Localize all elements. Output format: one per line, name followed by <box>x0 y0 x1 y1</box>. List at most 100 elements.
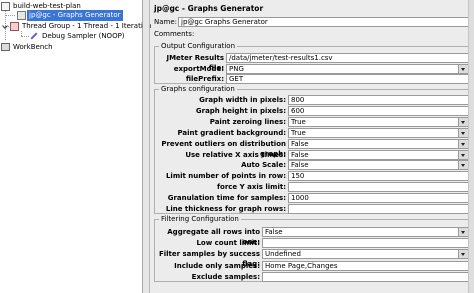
file-prefix-field[interactable]: GET <box>226 74 469 84</box>
panel-title: jp@gc - Graphs Generator <box>154 4 264 13</box>
config-label: Auto Scale: <box>241 161 286 170</box>
config-label: Granulation time for samples: <box>167 194 286 203</box>
panel-splitter[interactable] <box>143 0 150 293</box>
config-label: force Y axis limit: <box>216 183 286 192</box>
vertical-scrollbar[interactable] <box>468 0 474 293</box>
thread-group-icon <box>10 22 19 31</box>
config-row: Aggregate all rows into one: False <box>155 227 469 246</box>
expand-toggle-icon[interactable] <box>2 23 8 29</box>
config-field[interactable]: 800 <box>288 95 469 105</box>
config-value: 600 <box>291 106 305 115</box>
config-field[interactable] <box>288 182 469 193</box>
config-row: force Y axis limit: <box>155 182 469 193</box>
test-plan-tree[interactable]: build-web-test-plan jp@gc - Graphs Gener… <box>0 0 152 293</box>
workbench-icon <box>1 43 10 51</box>
name-row: Name: jp@gc Graphs Generator <box>154 17 470 27</box>
config-value: False <box>291 161 309 170</box>
config-dropdown[interactable]: False <box>288 149 469 160</box>
chevron-down-icon[interactable] <box>458 250 468 259</box>
tree-item-label: WorkBench <box>13 43 53 51</box>
config-row: Auto Scale: False <box>155 160 469 171</box>
config-row: Graph height in pixels: 600 <box>155 105 469 116</box>
config-field[interactable] <box>262 271 469 282</box>
results-file-row: JMeter Results file: /data/jmeter/test-r… <box>155 53 469 72</box>
config-row: Filter samples by success flag: Undefined <box>155 249 469 268</box>
config-row: Paint zeroing lines: True <box>155 116 469 127</box>
comments-field[interactable] <box>194 29 470 39</box>
graphs-generator-panel: jp@gc - Graphs Generator Name: jp@gc Gra… <box>150 0 474 293</box>
config-value: True <box>291 117 306 126</box>
config-row: Limit number of points in row: 150 <box>155 171 469 182</box>
config-row: Graph width in pixels: 800 <box>155 95 469 105</box>
name-label: Name: <box>154 18 178 26</box>
export-mode-dropdown[interactable]: PNG <box>226 64 469 74</box>
config-value: False <box>291 139 309 148</box>
config-value: 800 <box>291 96 305 104</box>
output-configuration-section: Output Configuration JMeter Results file… <box>154 42 470 84</box>
config-field[interactable]: 600 <box>288 105 469 116</box>
config-label: Graph height in pixels: <box>195 106 286 115</box>
config-row: Exclude samples: <box>155 271 469 282</box>
chevron-down-icon[interactable] <box>458 139 468 148</box>
chevron-down-icon[interactable] <box>458 128 468 137</box>
chevron-down-icon[interactable] <box>458 150 468 159</box>
export-mode-row: exportMode: PNG <box>155 64 469 74</box>
section-title: Filtering Configuration <box>159 215 241 224</box>
config-field[interactable]: 1000 <box>288 193 469 204</box>
config-value: 150 <box>291 172 305 181</box>
graphs-configuration-section: Graphs configuration Graph width in pixe… <box>154 85 470 214</box>
comments-row: Comments: <box>154 29 470 39</box>
config-label: Limit number of points in row: <box>165 172 286 181</box>
config-value: Undefined <box>265 250 301 259</box>
config-label: Paint zeroing lines: <box>209 117 286 126</box>
config-dropdown[interactable]: True <box>288 116 469 127</box>
listener-icon <box>17 11 26 20</box>
config-row: Use relative X axis times: False <box>155 149 469 160</box>
config-label: Include only samples: <box>174 261 260 270</box>
file-prefix-label: filePrefix: <box>185 75 224 83</box>
tree-item-label: jp@gc - Graphs Generator <box>27 10 123 21</box>
chevron-down-icon[interactable] <box>458 65 468 73</box>
config-dropdown[interactable]: False <box>288 160 469 171</box>
config-row: Include only samples: Home Page,Changes <box>155 260 469 271</box>
config-row: Prevent outliers on distribution graph: F… <box>155 138 469 158</box>
config-row: Line thickness for graph rows: <box>155 204 469 214</box>
config-dropdown[interactable]: Undefined <box>262 249 469 260</box>
config-value: Home Page,Changes <box>265 261 338 270</box>
tree-connector <box>21 36 29 37</box>
export-mode-value: PNG <box>229 65 244 73</box>
chevron-down-icon[interactable] <box>458 161 468 170</box>
config-value: 1000 <box>291 194 309 203</box>
config-label: Paint gradient background: <box>177 128 286 137</box>
config-value: True <box>291 128 306 137</box>
pencil-icon <box>30 32 38 40</box>
section-title: Graphs configuration <box>159 85 237 94</box>
config-dropdown[interactable]: False <box>262 227 469 237</box>
test-plan-icon <box>1 2 10 11</box>
filtering-configuration-section: Filtering Configuration Aggregate all ro… <box>154 215 470 282</box>
config-field[interactable]: 150 <box>288 171 469 182</box>
config-field[interactable] <box>262 238 469 249</box>
config-row: Granulation time for samples: 1000 <box>155 193 469 204</box>
tree-connector <box>5 15 15 16</box>
file-prefix-row: filePrefix: GET <box>155 74 469 84</box>
config-field[interactable]: Home Page,Changes <box>262 260 469 271</box>
config-label: Exclude samples: <box>191 272 260 281</box>
chevron-down-icon[interactable] <box>458 228 468 236</box>
config-dropdown[interactable]: False <box>288 138 469 149</box>
config-label: Low count limit: <box>196 239 260 248</box>
chevron-down-icon[interactable] <box>458 117 468 126</box>
export-mode-label: exportMode: <box>173 65 224 73</box>
config-label: Use relative X axis times: <box>185 150 286 159</box>
section-title: Output Configuration <box>159 42 238 51</box>
results-file-field[interactable]: /data/jmeter/test-results1.csv <box>226 53 469 63</box>
config-value: False <box>265 228 283 236</box>
config-label: Graph width in pixels: <box>199 96 286 104</box>
name-field[interactable]: jp@gc Graphs Generator <box>178 17 470 27</box>
config-label: Line thickness for graph rows: <box>165 205 286 213</box>
config-field[interactable] <box>288 204 469 214</box>
config-dropdown[interactable]: True <box>288 127 469 138</box>
config-row: Low count limit: <box>155 238 469 249</box>
comments-label: Comments: <box>154 30 195 38</box>
tree-item-label: Debug Sampler (NOOP) <box>42 32 125 40</box>
